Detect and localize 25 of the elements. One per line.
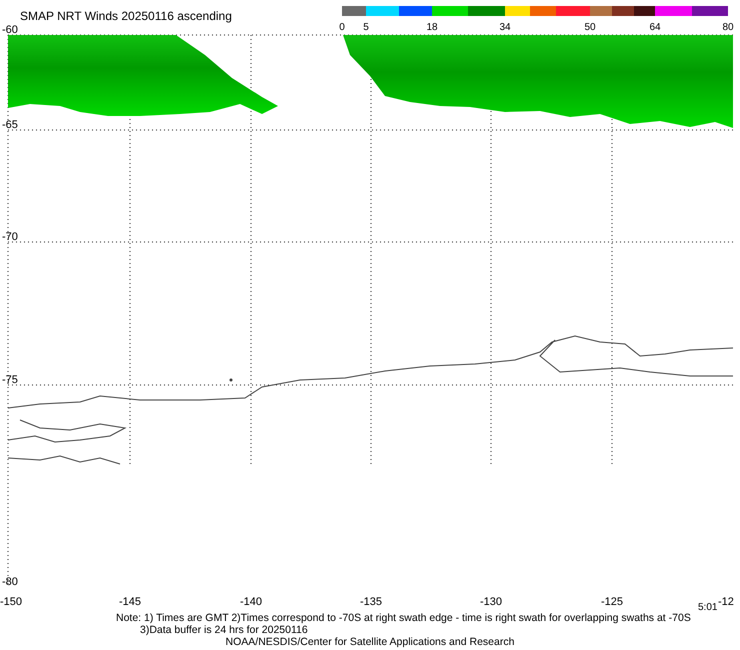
color-scale-label: 18 [426,22,438,33]
latitude-label: -60 [2,24,18,36]
longitude-label: -135 [360,596,382,608]
longitude-label: -150 [0,596,22,608]
footnote: Note: 1) Times are GMT 2)Times correspond to -70S at right swath edge - time is right swath for overlapping swaths at -70S [116,612,691,624]
color-scale-label: 50 [584,22,596,33]
longitude-label: -12 [718,596,734,608]
latitude-label: -80 [2,576,18,588]
longitude-label: -125 [600,596,624,608]
latitude-label: -65 [2,119,18,131]
chart-title: SMAP NRT Winds 20250116 ascending [20,9,232,23]
island-dot [230,378,232,382]
time-label: 5:01 [698,602,718,612]
color-scale-label: 34 [499,22,511,33]
color-scale-label: 5 [363,22,369,33]
latitude-label: -70 [2,231,18,243]
latitude-label: -75 [2,374,18,386]
color-scale-label: 80 [722,22,734,33]
color-scale-label: 64 [649,22,661,33]
footnote: NOAA/NESDIS/Center for Satellite Applications and Research [226,636,514,648]
longitude-label: -145 [118,596,142,608]
color-scale-label: 0 [339,22,345,33]
footnote: 3)Data buffer is 24 hrs for 20250116 [140,624,308,636]
longitude-label: -130 [480,596,502,608]
longitude-label: -140 [240,596,262,608]
